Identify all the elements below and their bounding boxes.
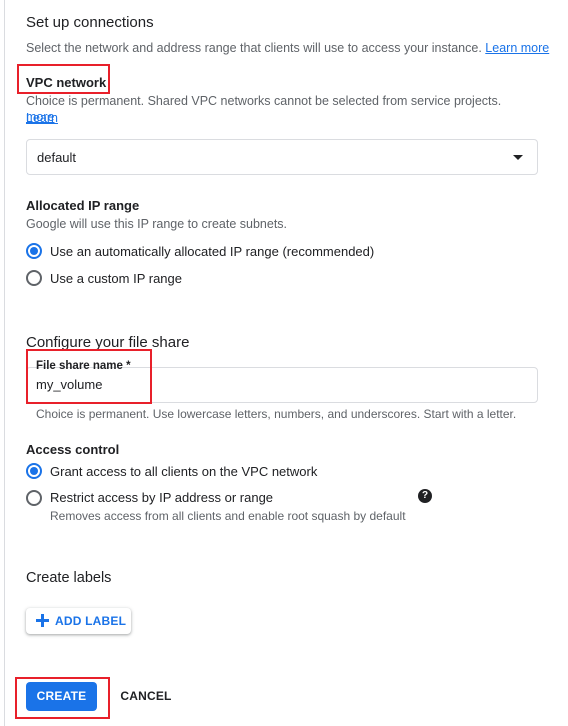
dropdown-arrow-icon [513,155,523,160]
vpc-learn-more-link-part2[interactable]: more [26,110,54,124]
radio-grant-all-access[interactable] [26,463,42,479]
section-title-connections: Set up connections [26,14,154,31]
radio-custom-ip-range[interactable] [26,270,42,286]
connections-learn-more-link[interactable]: Learn more [485,41,549,55]
access-control-label: Access control [26,442,120,457]
add-label-button-text: ADD LABEL [55,614,127,628]
radio-grant-all-access-label[interactable]: Grant access to all clients on the VPC n… [50,464,317,479]
vpc-description-line2: more [26,109,54,126]
radio-restrict-access-label[interactable]: Restrict access by IP address or range [50,490,273,505]
connections-description-text: Select the network and address range tha… [26,41,482,55]
help-icon[interactable]: ? [418,489,432,503]
left-edge-line [4,0,5,726]
radio-custom-ip-range-label[interactable]: Use a custom IP range [50,271,182,286]
file-share-name-value[interactable]: my_volume [36,377,102,392]
ip-range-label: Allocated IP range [26,198,140,213]
radio-auto-ip-range-label[interactable]: Use an automatically allocated IP range … [50,244,374,259]
restrict-access-hint: Removes access from all clients and enab… [50,509,406,523]
section-title-labels: Create labels [26,570,112,586]
add-label-button[interactable]: ADD LABEL [26,608,131,634]
vpc-network-selected-value: default [37,150,77,165]
cancel-button[interactable]: CANCEL [112,682,180,711]
vpc-network-label: VPC network [26,75,107,90]
connections-description: Select the network and address range tha… [26,40,549,57]
radio-restrict-access[interactable] [26,490,42,506]
vpc-description-text: Choice is permanent. Shared VPC networks… [26,94,502,108]
file-share-name-hint: Choice is permanent. Use lowercase lette… [36,407,517,421]
plus-icon [36,614,49,627]
vpc-description: Choice is permanent. Shared VPC networks… [26,93,526,127]
vpc-network-select[interactable]: default [26,139,538,175]
ip-range-description: Google will use this IP range to create … [26,217,288,231]
radio-auto-ip-range[interactable] [26,243,42,259]
create-button[interactable]: CREATE [26,682,97,711]
file-share-name-label: File share name * [36,360,131,372]
